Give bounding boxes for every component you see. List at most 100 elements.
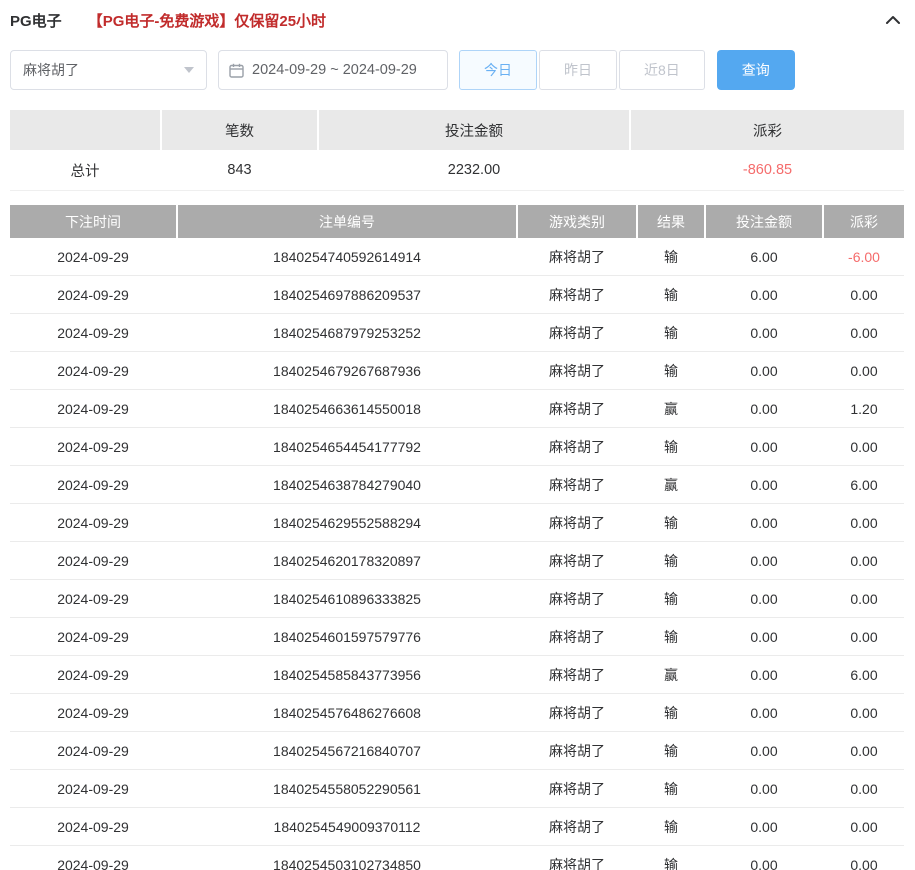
date-range-value: 2024-09-29 ~ 2024-09-29 xyxy=(252,62,417,78)
cell-bet-time: 2024-09-29 xyxy=(10,352,176,389)
cell-bet-amount: 0.00 xyxy=(706,542,822,579)
table-row: 2024-09-291840254679267687936麻将胡了输0.000.… xyxy=(10,352,904,390)
cell-bet-id: 1840254654454177792 xyxy=(178,428,516,465)
summary-header-payout: 派彩 xyxy=(631,110,904,150)
header-bet-time: 下注时间 xyxy=(10,205,176,238)
cell-bet-id: 1840254558052290561 xyxy=(178,770,516,807)
cell-game-type: 麻将胡了 xyxy=(518,428,636,465)
cell-bet-time: 2024-09-29 xyxy=(10,276,176,313)
cell-bet-time: 2024-09-29 xyxy=(10,428,176,465)
summary-total-payout: -860.85 xyxy=(631,150,904,190)
cell-bet-amount: 0.00 xyxy=(706,504,822,541)
cell-bet-id: 1840254585843773956 xyxy=(178,656,516,693)
cell-bet-id: 1840254638784279040 xyxy=(178,466,516,503)
summary-header-row: 笔数 投注金额 派彩 xyxy=(10,110,904,150)
summary-header-count: 笔数 xyxy=(162,110,317,150)
cell-game-type: 麻将胡了 xyxy=(518,314,636,351)
chevron-up-icon[interactable] xyxy=(885,15,901,25)
panel-notice: 【PG电子-免费游戏】仅保留25小时 xyxy=(88,10,326,31)
table-row: 2024-09-291840254503102734850麻将胡了输0.000.… xyxy=(10,846,904,870)
cell-game-type: 麻将胡了 xyxy=(518,656,636,693)
cell-result: 输 xyxy=(638,846,704,870)
cell-bet-id: 1840254610896333825 xyxy=(178,580,516,617)
cell-bet-time: 2024-09-29 xyxy=(10,732,176,769)
table-row: 2024-09-291840254654454177792麻将胡了输0.000.… xyxy=(10,428,904,466)
cell-payout: 0.00 xyxy=(824,732,904,769)
cell-game-type: 麻将胡了 xyxy=(518,504,636,541)
cell-payout: -6.00 xyxy=(824,238,904,275)
cell-bet-time: 2024-09-29 xyxy=(10,656,176,693)
bet-table: 下注时间 注单编号 游戏类别 结果 投注金额 派彩 2024-09-291840… xyxy=(10,205,904,870)
table-row: 2024-09-291840254585843773956麻将胡了赢0.006.… xyxy=(10,656,904,694)
cell-game-type: 麻将胡了 xyxy=(518,390,636,427)
cell-bet-id: 1840254629552588294 xyxy=(178,504,516,541)
calendar-icon xyxy=(229,63,244,78)
bet-table-body: 2024-09-291840254740592614914麻将胡了输6.00-6… xyxy=(10,238,904,870)
cell-result: 输 xyxy=(638,580,704,617)
cell-bet-time: 2024-09-29 xyxy=(10,694,176,731)
cell-bet-id: 1840254697886209537 xyxy=(178,276,516,313)
cell-payout: 0.00 xyxy=(824,352,904,389)
cell-payout: 6.00 xyxy=(824,656,904,693)
summary-total-count: 843 xyxy=(162,150,317,190)
cell-payout: 0.00 xyxy=(824,276,904,313)
today-button[interactable]: 今日 xyxy=(459,50,537,90)
cell-bet-id: 1840254567216840707 xyxy=(178,732,516,769)
header-bet-amount: 投注金额 xyxy=(706,205,822,238)
cell-bet-time: 2024-09-29 xyxy=(10,238,176,275)
table-row: 2024-09-291840254576486276608麻将胡了输0.000.… xyxy=(10,694,904,732)
date-range-picker[interactable]: 2024-09-29 ~ 2024-09-29 xyxy=(218,50,448,90)
table-row: 2024-09-291840254697886209537麻将胡了输0.000.… xyxy=(10,276,904,314)
cell-bet-time: 2024-09-29 xyxy=(10,466,176,503)
cell-payout: 0.00 xyxy=(824,580,904,617)
cell-payout: 0.00 xyxy=(824,694,904,731)
summary-total-row: 总计 843 2232.00 -860.85 xyxy=(10,150,904,191)
cell-payout: 0.00 xyxy=(824,846,904,870)
summary-header-empty xyxy=(10,110,160,150)
cell-result: 赢 xyxy=(638,466,704,503)
cell-result: 输 xyxy=(638,732,704,769)
header-payout: 派彩 xyxy=(824,205,904,238)
bet-table-header: 下注时间 注单编号 游戏类别 结果 投注金额 派彩 xyxy=(10,205,904,238)
cell-bet-id: 1840254503102734850 xyxy=(178,846,516,870)
cell-bet-amount: 0.00 xyxy=(706,352,822,389)
cell-bet-id: 1840254620178320897 xyxy=(178,542,516,579)
table-row: 2024-09-291840254663614550018麻将胡了赢0.001.… xyxy=(10,390,904,428)
query-button[interactable]: 查询 xyxy=(717,50,795,90)
cell-game-type: 麻将胡了 xyxy=(518,542,636,579)
cell-result: 输 xyxy=(638,314,704,351)
cell-bet-time: 2024-09-29 xyxy=(10,390,176,427)
cell-bet-id: 1840254687979253252 xyxy=(178,314,516,351)
panel-header: PG电子 【PG电子-免费游戏】仅保留25小时 xyxy=(0,0,915,40)
cell-payout: 0.00 xyxy=(824,618,904,655)
cell-bet-time: 2024-09-29 xyxy=(10,770,176,807)
cell-bet-amount: 0.00 xyxy=(706,390,822,427)
header-result: 结果 xyxy=(638,205,704,238)
cell-bet-amount: 0.00 xyxy=(706,428,822,465)
cell-bet-id: 1840254740592614914 xyxy=(178,238,516,275)
cell-bet-id: 1840254601597579776 xyxy=(178,618,516,655)
cell-game-type: 麻将胡了 xyxy=(518,466,636,503)
cell-bet-amount: 0.00 xyxy=(706,276,822,313)
cell-bet-time: 2024-09-29 xyxy=(10,542,176,579)
cell-game-type: 麻将胡了 xyxy=(518,238,636,275)
game-select[interactable]: 麻将胡了 xyxy=(10,50,207,90)
cell-result: 赢 xyxy=(638,656,704,693)
cell-payout: 0.00 xyxy=(824,542,904,579)
cell-payout: 6.00 xyxy=(824,466,904,503)
cell-payout: 0.00 xyxy=(824,428,904,465)
cell-game-type: 麻将胡了 xyxy=(518,352,636,389)
cell-payout: 0.00 xyxy=(824,770,904,807)
table-row: 2024-09-291840254620178320897麻将胡了输0.000.… xyxy=(10,542,904,580)
summary-total-label: 总计 xyxy=(10,150,160,190)
cell-bet-amount: 0.00 xyxy=(706,846,822,870)
yesterday-button[interactable]: 昨日 xyxy=(539,50,617,90)
cell-game-type: 麻将胡了 xyxy=(518,732,636,769)
table-row: 2024-09-291840254567216840707麻将胡了输0.000.… xyxy=(10,732,904,770)
cell-bet-id: 1840254549009370112 xyxy=(178,808,516,845)
last8days-button[interactable]: 近8日 xyxy=(619,50,705,90)
cell-bet-time: 2024-09-29 xyxy=(10,618,176,655)
cell-result: 输 xyxy=(638,504,704,541)
table-row: 2024-09-291840254558052290561麻将胡了输0.000.… xyxy=(10,770,904,808)
cell-game-type: 麻将胡了 xyxy=(518,276,636,313)
